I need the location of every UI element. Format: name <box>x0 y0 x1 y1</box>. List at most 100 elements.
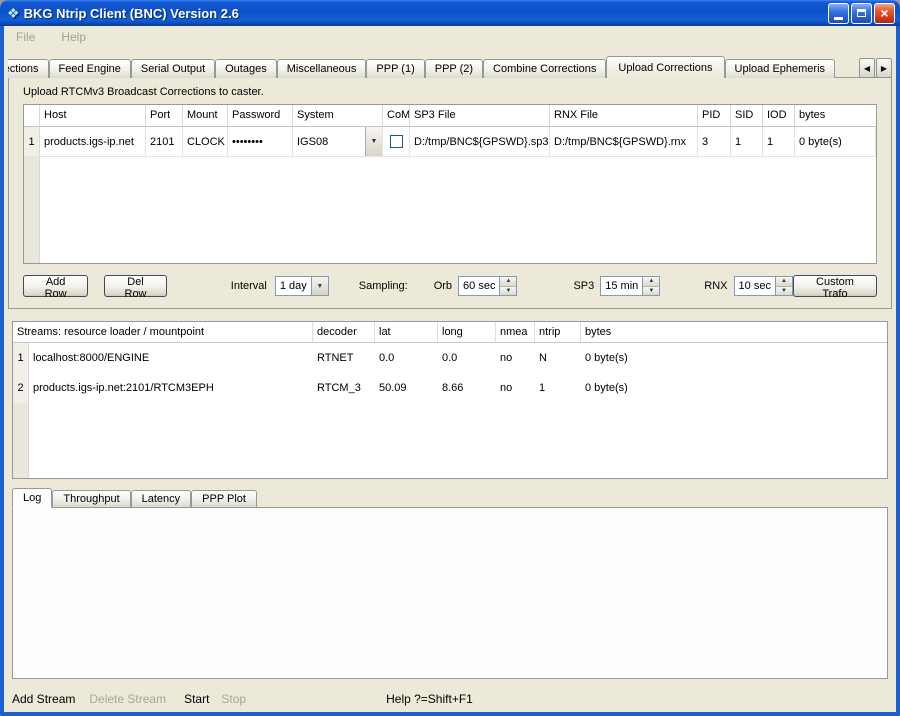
tab-scroll-right-button[interactable]: ▶ <box>876 58 892 78</box>
cell-system-select[interactable]: IGS08 ▼ <box>293 127 383 157</box>
cell-decoder[interactable]: RTNET <box>313 343 375 373</box>
rnx-value: 10 sec <box>735 277 775 295</box>
bottom-tab-log[interactable]: Log <box>12 488 52 508</box>
cell-lat[interactable]: 50.09 <box>375 373 438 403</box>
sp3-value: 15 min <box>601 277 642 295</box>
streams-table: Streams: resource loader / mountpoint de… <box>12 321 888 479</box>
spinner-buttons: ▲ ▼ <box>775 277 792 295</box>
interval-select[interactable]: 1 day ▼ <box>275 276 329 296</box>
header-com: CoM <box>383 105 410 127</box>
bottom-tab-latency[interactable]: Latency <box>131 490 192 507</box>
cell-bytes: 0 byte(s) <box>581 343 887 373</box>
sampling-label: Sampling: <box>359 280 408 292</box>
vertical-header-fill <box>24 157 40 263</box>
header-pid: PID <box>698 105 731 127</box>
tab-upload-ephemeris[interactable]: Upload Ephemeris <box>725 59 836 78</box>
cell-sid[interactable]: 1 <box>731 127 763 157</box>
cell-ntrip[interactable]: N <box>535 343 581 373</box>
cell-long[interactable]: 8.66 <box>438 373 496 403</box>
row-number: 1 <box>13 343 29 373</box>
vertical-header-fill <box>13 403 29 478</box>
cell-mountpoint[interactable]: localhost:8000/ENGINE <box>29 343 313 373</box>
menu-help[interactable]: Help <box>57 28 90 46</box>
start-button[interactable]: Start <box>184 692 209 706</box>
cell-pid[interactable]: 3 <box>698 127 731 157</box>
cell-rnx-file[interactable]: D:/tmp/BNC${GPSWD}.rnx <box>550 127 698 157</box>
upload-description: Upload RTCMv3 Broadcast Corrections to c… <box>23 86 877 98</box>
system-value: IGS08 <box>293 136 332 148</box>
spin-down-icon[interactable]: ▼ <box>500 286 516 296</box>
orb-value: 60 sec <box>459 277 499 295</box>
del-row-button[interactable]: Del Row <box>104 275 167 297</box>
cell-host[interactable]: products.igs-ip.net <box>40 127 146 157</box>
cell-mountpoint[interactable]: products.igs-ip.net:2101/RTCM3EPH <box>29 373 313 403</box>
cell-sp3-file[interactable]: D:/tmp/BNC${GPSWD}.sp3 <box>410 127 550 157</box>
tab-ppp-1[interactable]: PPP (1) <box>366 59 424 78</box>
header-bytes: bytes <box>795 105 876 127</box>
spin-up-icon[interactable]: ▲ <box>776 277 792 286</box>
custom-trafo-button[interactable]: Custom Trafo <box>793 275 877 297</box>
cell-com <box>383 127 410 157</box>
spin-up-icon[interactable]: ▲ <box>643 277 659 286</box>
rnx-sampling-spinner[interactable]: 10 sec ▲ ▼ <box>734 276 793 296</box>
cell-iod[interactable]: 1 <box>763 127 795 157</box>
tab-combine-corrections[interactable]: Combine Corrections <box>483 59 606 78</box>
stop-button[interactable]: Stop <box>221 692 246 706</box>
orb-sampling-spinner[interactable]: 60 sec ▲ ▼ <box>458 276 517 296</box>
add-stream-button[interactable]: Add Stream <box>12 692 75 706</box>
header-bytes: bytes <box>581 322 887 343</box>
cell-ntrip[interactable]: 1 <box>535 373 581 403</box>
tab-corrections[interactable]: rections <box>8 59 49 78</box>
spin-down-icon[interactable]: ▼ <box>776 286 792 296</box>
spin-up-icon[interactable]: ▲ <box>500 277 516 286</box>
header-system: System <box>293 105 383 127</box>
maximize-icon <box>857 9 866 17</box>
sp3-sampling-spinner[interactable]: 15 min ▲ ▼ <box>600 276 660 296</box>
titlebar[interactable]: ❖ BKG Ntrip Client (BNC) Version 2.6 × <box>0 0 900 26</box>
chevron-down-icon[interactable]: ▼ <box>311 277 328 295</box>
help-shortcut-text: Help ?=Shift+F1 <box>386 692 473 706</box>
spin-down-icon[interactable]: ▼ <box>643 286 659 296</box>
menu-file[interactable]: File <box>12 28 39 46</box>
tab-upload-corrections[interactable]: Upload Corrections <box>606 56 724 78</box>
statusbar: Add Stream Delete Stream Start Stop Help… <box>4 686 896 712</box>
cell-nmea[interactable]: no <box>496 373 535 403</box>
cell-nmea[interactable]: no <box>496 343 535 373</box>
tab-miscellaneous[interactable]: Miscellaneous <box>277 59 367 78</box>
header-port: Port <box>146 105 183 127</box>
log-area[interactable] <box>12 507 888 679</box>
cell-mount[interactable]: CLOCK <box>183 127 228 157</box>
tab-feed-engine[interactable]: Feed Engine <box>49 59 131 78</box>
tab-serial-output[interactable]: Serial Output <box>131 59 215 78</box>
header-nmea: nmea <box>496 322 535 343</box>
row-number: 2 <box>13 373 29 403</box>
interval-label: Interval <box>231 280 267 292</box>
tab-outages[interactable]: Outages <box>215 59 277 78</box>
tab-scrollers: ◀ ▶ <box>859 58 892 78</box>
maximize-button[interactable] <box>851 3 872 24</box>
tab-ppp-2[interactable]: PPP (2) <box>425 59 483 78</box>
cell-password[interactable]: •••••••• <box>228 127 293 157</box>
sp3-label: SP3 <box>573 280 594 292</box>
interval-value: 1 day <box>276 277 311 295</box>
header-lat: lat <box>375 322 438 343</box>
cell-port[interactable]: 2101 <box>146 127 183 157</box>
close-button[interactable]: × <box>874 3 895 24</box>
menubar: File Help <box>4 26 896 48</box>
rnx-label: RNX <box>704 280 727 292</box>
cell-long[interactable]: 0.0 <box>438 343 496 373</box>
bottom-tab-throughput[interactable]: Throughput <box>52 490 130 507</box>
cell-decoder[interactable]: RTCM_3 <box>313 373 375 403</box>
minimize-button[interactable] <box>828 3 849 24</box>
bottom-tab-ppp-plot[interactable]: PPP Plot <box>191 490 257 507</box>
cell-lat[interactable]: 0.0 <box>375 343 438 373</box>
header-iod: IOD <box>763 105 795 127</box>
tab-scroll-left-button[interactable]: ◀ <box>859 58 875 78</box>
tab-bar: rections Feed Engine Serial Output Outag… <box>8 55 892 78</box>
add-row-button[interactable]: Add Row <box>23 275 88 297</box>
header-password: Password <box>228 105 293 127</box>
chevron-down-icon[interactable]: ▼ <box>365 127 382 156</box>
delete-stream-button[interactable]: Delete Stream <box>89 692 166 706</box>
header-sid: SID <box>731 105 763 127</box>
com-checkbox[interactable] <box>390 135 403 148</box>
